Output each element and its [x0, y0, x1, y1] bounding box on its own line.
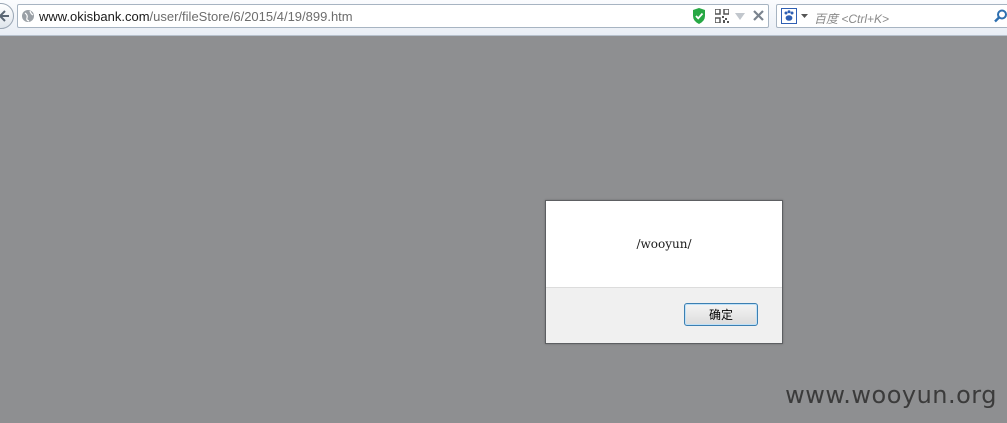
dropdown-arrow-icon[interactable] — [735, 13, 745, 20]
dialog-footer: 确定 — [546, 287, 782, 343]
back-arrow-icon — [0, 10, 9, 22]
url-text[interactable]: www.okisbank.com/user/fileStore/6/2015/4… — [39, 9, 353, 24]
search-box[interactable]: 百度 <Ctrl+K> — [776, 4, 1007, 28]
search-placeholder[interactable]: 百度 <Ctrl+K> — [814, 10, 889, 27]
address-bar[interactable]: www.okisbank.com/user/fileStore/6/2015/4… — [17, 4, 769, 28]
baidu-paw-icon[interactable] — [781, 8, 797, 24]
close-icon[interactable] — [753, 10, 764, 21]
watermark: www.wooyun.org — [785, 381, 997, 409]
back-button[interactable] — [0, 3, 14, 29]
magnifier-icon[interactable] — [994, 9, 1007, 23]
url-host: www.okisbank.com — [39, 9, 150, 24]
url-path: /user/fileStore/6/2015/4/19/899.htm — [149, 9, 353, 24]
paw-glyph-icon — [784, 10, 794, 21]
page-content — [0, 36, 1007, 423]
globe-icon — [22, 10, 34, 22]
ok-button[interactable]: 确定 — [684, 303, 758, 326]
browser-toolbar: www.okisbank.com/user/fileStore/6/2015/4… — [0, 0, 1007, 36]
shield-check-icon[interactable] — [692, 8, 706, 24]
qr-code-icon[interactable] — [715, 9, 729, 23]
alert-dialog: /wooyun/ 确定 — [545, 200, 783, 344]
alert-message: /wooyun/ — [636, 237, 692, 251]
engine-dropdown-icon[interactable] — [801, 14, 808, 18]
